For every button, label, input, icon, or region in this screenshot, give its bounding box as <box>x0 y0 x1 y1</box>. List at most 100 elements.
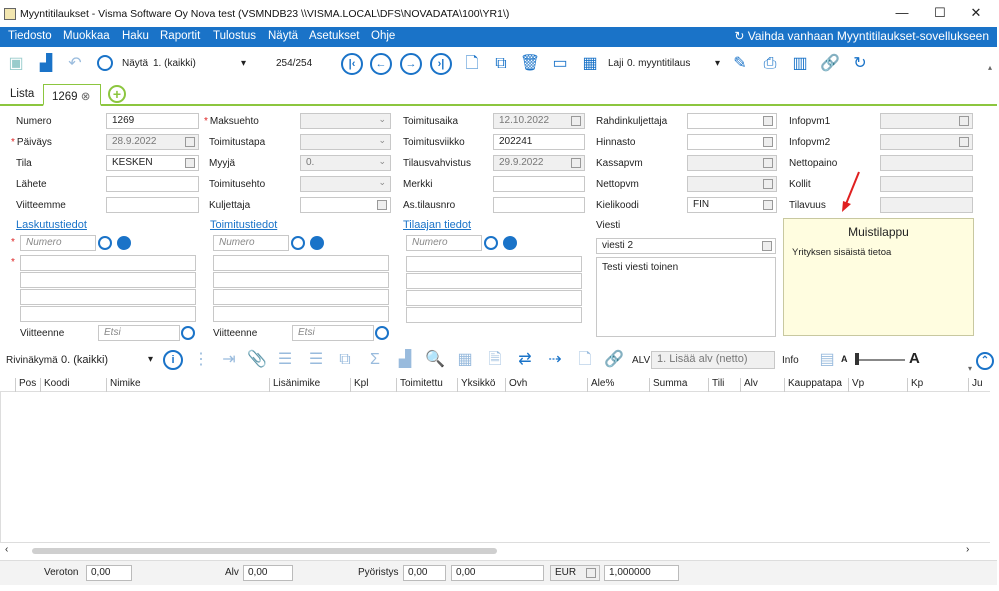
grid-body[interactable] <box>0 392 990 542</box>
menu-muokkaa[interactable]: Muokkaa <box>63 30 110 42</box>
form-field-col4-0[interactable] <box>687 113 777 129</box>
invoice-address-line-2[interactable] <box>20 272 196 288</box>
add-tab-icon[interactable]: + <box>108 85 126 103</box>
transfer-icon[interactable]: ⇄ <box>514 349 536 371</box>
calendar-icon[interactable] <box>377 200 387 210</box>
scroll-right-icon[interactable]: › <box>966 544 969 555</box>
search-icon[interactable] <box>375 326 389 340</box>
chevron-down-icon[interactable]: ⌄ <box>378 177 386 188</box>
font-size-slider[interactable] <box>855 359 905 361</box>
chevron-down-icon[interactable]: ▾ <box>148 354 153 365</box>
search-icon[interactable] <box>98 236 112 250</box>
column-header[interactable]: Ovh <box>505 378 527 392</box>
column-header[interactable]: Toimitettu <box>396 378 443 392</box>
search-icon[interactable] <box>484 236 498 250</box>
form-field-col1-1[interactable]: 28.9.2022 <box>106 134 199 150</box>
copy-document-icon[interactable]: ⧉ <box>490 53 512 75</box>
menu-tulostus[interactable]: Tulostus <box>213 30 256 42</box>
column-header[interactable]: Kp <box>907 378 923 392</box>
column-header[interactable]: Kauppatapa <box>784 378 842 392</box>
list-icon[interactable]: ☰ <box>305 349 327 371</box>
search-icon[interactable] <box>97 55 113 71</box>
globe-icon[interactable] <box>503 236 517 250</box>
menu-haku[interactable]: Haku <box>122 30 149 42</box>
section-delivery[interactable]: Toimitustiedot <box>210 219 277 231</box>
view-select[interactable]: 1. (kaikki) <box>153 58 196 69</box>
delivery-address-line-2[interactable] <box>213 272 389 288</box>
section-customer[interactable]: Tilaajan tiedot <box>403 219 471 231</box>
align-icon[interactable]: ☰ <box>274 349 296 371</box>
form-field-col1-2[interactable]: KESKEN <box>106 155 199 171</box>
column-header[interactable]: Nimike <box>106 378 141 392</box>
menu-ohje[interactable]: Ohje <box>371 30 395 42</box>
column-header[interactable]: Pos <box>15 378 36 392</box>
document-info-icon[interactable]: 🗎 <box>484 349 506 371</box>
copy-icon[interactable]: ⧉ <box>334 349 356 371</box>
tab-current-order[interactable]: 1269 ⊗ <box>43 84 101 106</box>
hierarchy-icon[interactable]: ⋮ <box>190 349 212 371</box>
form-field-col3-1[interactable]: 202241 <box>493 134 585 150</box>
menu-raportit[interactable]: Raportit <box>160 30 200 42</box>
form-field-col1-0[interactable]: 1269 <box>106 113 199 129</box>
collapse-up-icon[interactable]: ⌃ <box>976 352 994 370</box>
form-field-col4-4[interactable]: FIN <box>687 197 777 213</box>
column-header[interactable]: Ale% <box>587 378 614 392</box>
form-field-col1-3[interactable] <box>106 176 199 192</box>
chevron-down-icon[interactable]: ▾ <box>241 58 246 69</box>
contact-card-icon[interactable]: ▭ <box>549 53 571 75</box>
chart-icon[interactable]: ▟ <box>394 349 416 371</box>
calendar-icon[interactable] <box>959 137 969 147</box>
table-icon[interactable]: ▦ <box>454 349 476 371</box>
sum-icon[interactable]: Σ <box>364 349 386 371</box>
chevron-down-icon[interactable]: ⌄ <box>378 114 386 125</box>
delivery-reference-input[interactable]: Etsi <box>292 325 374 341</box>
invoice-address-line-1[interactable] <box>20 255 196 271</box>
calendar-icon[interactable] <box>763 179 773 189</box>
move-row-icon[interactable]: ⇢ <box>544 349 566 371</box>
attachment-icon[interactable]: 📎 <box>246 349 268 371</box>
chart-icon[interactable]: ▟ <box>35 53 57 75</box>
maximize-button[interactable]: ☐ <box>930 4 950 22</box>
invoice-address-line-3[interactable] <box>20 289 196 305</box>
scrollbar-thumb[interactable] <box>32 548 497 554</box>
form-field-col3-4[interactable] <box>493 197 585 213</box>
close-button[interactable]: ✕ <box>966 4 986 22</box>
info-icon[interactable]: i <box>163 350 183 370</box>
invoice-address-line-4[interactable] <box>20 306 196 322</box>
calendar-icon[interactable] <box>763 137 773 147</box>
form-field-col5-2[interactable] <box>880 155 973 171</box>
form-field-col2-2[interactable]: 0. ⌄ <box>300 155 391 171</box>
minimize-button[interactable]: — <box>892 4 912 22</box>
form-field-col5-4[interactable] <box>880 197 973 213</box>
invoice-number-input[interactable]: Numero <box>20 235 96 251</box>
customer-address-line-3[interactable] <box>406 290 582 306</box>
edit-document-icon[interactable]: ✎ <box>729 53 751 75</box>
calendar-icon[interactable] <box>762 241 772 251</box>
last-record-icon[interactable]: ›| <box>430 53 452 75</box>
column-header[interactable]: Yksikkö <box>457 378 495 392</box>
globe-icon[interactable] <box>117 236 131 250</box>
calendar-icon[interactable] <box>763 116 773 126</box>
form-field-col5-0[interactable] <box>880 113 973 129</box>
delivery-address-line-4[interactable] <box>213 306 389 322</box>
column-header[interactable]: Vp <box>848 378 864 392</box>
column-header[interactable]: Summa <box>649 378 687 392</box>
calendar-icon[interactable] <box>763 200 773 210</box>
column-header[interactable]: Ju <box>968 378 983 392</box>
file-icon[interactable]: 🗋 <box>574 349 596 371</box>
refresh-icon[interactable]: ↻ <box>849 53 871 75</box>
delivery-address-line-1[interactable] <box>213 255 389 271</box>
previous-record-icon[interactable]: ← <box>370 53 392 75</box>
form-field-col3-2[interactable]: 29.9.2022 <box>493 155 585 171</box>
calendar-icon[interactable] <box>571 158 581 168</box>
column-header[interactable]: Koodi <box>40 378 70 392</box>
link-icon[interactable]: 🔗 <box>603 349 625 371</box>
menu-nayta[interactable]: Näytä <box>268 30 298 42</box>
add-row-icon[interactable]: ⇥ <box>218 349 240 371</box>
form-field-col2-3[interactable]: ⌄ <box>300 176 391 192</box>
memo-note[interactable]: Muistilappu Yrityksen sisäistä tietoa <box>783 218 974 336</box>
message-subject-input[interactable]: viesti 2 <box>596 238 776 254</box>
delivery-number-input[interactable]: Numero <box>213 235 289 251</box>
search-document-icon[interactable]: 🔍 <box>424 349 446 371</box>
form-field-col1-4[interactable] <box>106 197 199 213</box>
